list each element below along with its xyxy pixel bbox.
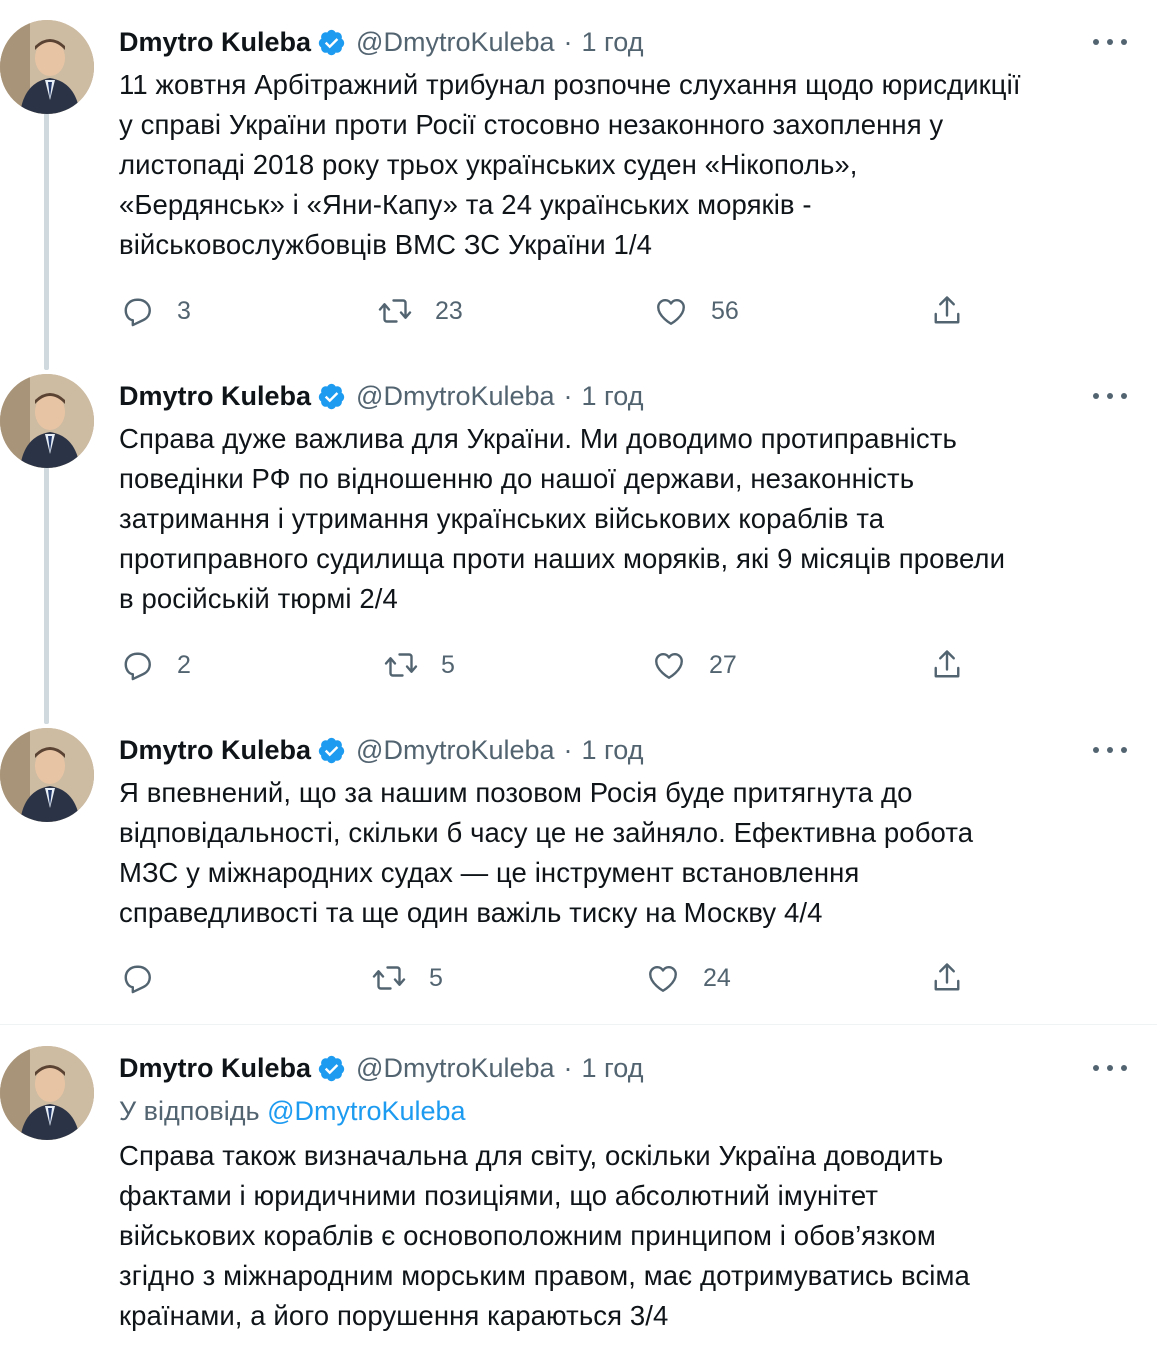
- timestamp[interactable]: 1 год: [582, 1053, 644, 1084]
- tweet-actions: 5 24: [119, 958, 999, 998]
- tweet-header: Dmytro Kuleba @DmytroKuleba · 1 год: [119, 22, 643, 62]
- like-button[interactable]: 27: [651, 645, 737, 685]
- retweet-button[interactable]: 23: [377, 291, 463, 331]
- like-count: 56: [711, 296, 739, 325]
- reply-count: 2: [177, 650, 191, 679]
- replying-to-label: У відповідь: [119, 1096, 268, 1126]
- retweet-button[interactable]: 5: [371, 958, 443, 998]
- dot-separator: ·: [563, 380, 573, 411]
- tweet-text: Справа дуже важлива для України. Ми дово…: [119, 423, 1006, 614]
- timestamp[interactable]: 1 год: [582, 27, 644, 58]
- avatar[interactable]: [0, 728, 94, 822]
- more-icon[interactable]: [1093, 1053, 1127, 1083]
- reply-icon: [124, 965, 151, 994]
- author-handle[interactable]: @DmytroKuleba: [356, 1053, 554, 1084]
- verified-badge-icon: [318, 1055, 345, 1081]
- retweet-button[interactable]: 5: [383, 645, 455, 685]
- author-handle[interactable]: @DmytroKuleba: [356, 27, 554, 58]
- reply-button[interactable]: 2: [119, 645, 191, 685]
- share-button[interactable]: [929, 291, 965, 331]
- like-button[interactable]: 56: [653, 291, 739, 331]
- verified-badge-icon: [318, 29, 345, 55]
- dot-separator: ·: [563, 734, 573, 765]
- author-name[interactable]: Dmytro Kuleba: [119, 1053, 311, 1084]
- retweet-count: 5: [429, 963, 443, 992]
- author-name[interactable]: Dmytro Kuleba: [119, 735, 311, 766]
- author-handle[interactable]: @DmytroKuleba: [356, 381, 554, 412]
- share-button[interactable]: [929, 958, 965, 998]
- avatar[interactable]: [0, 1046, 94, 1140]
- like-button[interactable]: 24: [645, 958, 731, 998]
- tweet-separator: [0, 1024, 1157, 1025]
- reply-button[interactable]: [119, 958, 177, 998]
- reply-icon: [124, 652, 151, 681]
- tweet-header: Dmytro Kuleba @DmytroKuleba · 1 год: [119, 1048, 643, 1088]
- tweet-actions: 3 23 56: [119, 291, 999, 331]
- tweet-header: Dmytro Kuleba @DmytroKuleba · 1 год: [119, 730, 643, 770]
- share-button[interactable]: [929, 645, 965, 685]
- retweet-count: 5: [441, 650, 455, 679]
- more-icon[interactable]: [1093, 381, 1127, 411]
- verified-badge-icon: [318, 383, 345, 409]
- reply-count: 3: [177, 296, 191, 325]
- retweet-count: 23: [435, 296, 463, 325]
- retweet-icon: [378, 299, 412, 323]
- dot-separator: ·: [563, 26, 573, 57]
- author-name[interactable]: Dmytro Kuleba: [119, 27, 311, 58]
- avatar[interactable]: [0, 374, 94, 468]
- like-count: 27: [709, 650, 737, 679]
- reply-icon: [124, 298, 151, 327]
- retweet-icon: [372, 966, 406, 990]
- replying-to-mention[interactable]: @DmytroKuleba: [267, 1096, 465, 1126]
- share-icon: [934, 296, 960, 324]
- tweet-header: Dmytro Kuleba @DmytroKuleba · 1 год: [119, 376, 643, 416]
- author-handle[interactable]: @DmytroKuleba: [356, 735, 554, 766]
- author-name[interactable]: Dmytro Kuleba: [119, 381, 311, 412]
- dot-separator: ·: [563, 1052, 573, 1083]
- like-icon: [657, 299, 685, 325]
- more-icon[interactable]: [1093, 735, 1127, 765]
- thread-connector: [44, 466, 49, 724]
- more-icon[interactable]: [1093, 27, 1127, 57]
- like-count: 24: [703, 963, 731, 992]
- thread-connector: [44, 112, 49, 370]
- timestamp[interactable]: 1 год: [582, 381, 644, 412]
- share-icon: [934, 963, 960, 991]
- like-icon: [649, 966, 677, 992]
- retweet-icon: [384, 653, 418, 677]
- timestamp[interactable]: 1 год: [582, 735, 644, 766]
- reply-button[interactable]: 3: [119, 291, 191, 331]
- tweet-text: Справа також визначальна для світу, оскі…: [119, 1140, 970, 1331]
- tweet-text: Я впевнений, що за нашим позовом Росія б…: [119, 777, 974, 928]
- avatar[interactable]: [0, 20, 94, 114]
- replying-to: У відповідь @DmytroKuleba: [119, 1091, 466, 1131]
- tweet-text: 11 жовтня Арбітражний трибунал розпочне …: [119, 69, 1021, 260]
- like-icon: [655, 653, 683, 679]
- share-icon: [934, 650, 960, 678]
- tweet-actions: 2 5 27: [119, 645, 999, 685]
- verified-badge-icon: [318, 737, 345, 763]
